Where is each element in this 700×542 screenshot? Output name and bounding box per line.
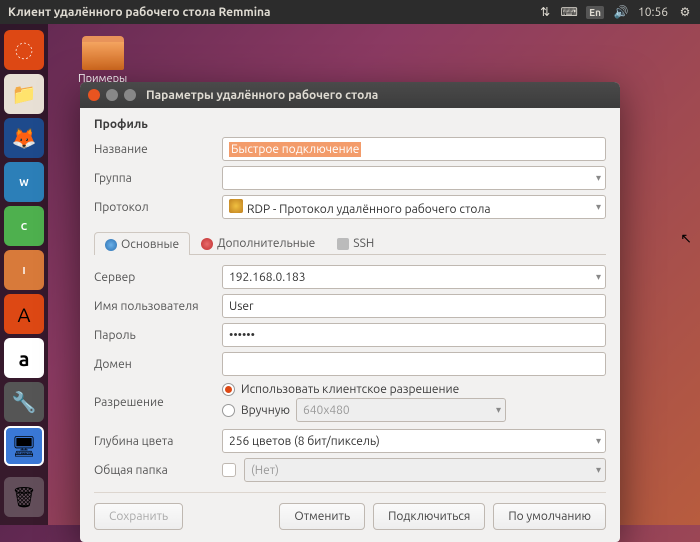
panel-indicators: ⇅ ⌨ En 🔊 10:56 ⚙: [538, 5, 692, 19]
amazon-icon[interactable]: a: [4, 338, 44, 378]
chevron-down-icon: ▾: [596, 271, 601, 283]
keyboard-icon[interactable]: ⌨: [562, 5, 576, 19]
radio-manual-res-label: Вручную: [241, 404, 290, 417]
tab-advanced[interactable]: Дополнительные: [190, 231, 326, 254]
name-input[interactable]: Быстрое подключение: [222, 137, 606, 161]
cursor-icon: ↖: [680, 230, 692, 247]
section-profile: Профиль: [94, 118, 606, 131]
titlebar[interactable]: Параметры удалённого рабочего стола: [80, 82, 620, 108]
key-icon: [337, 238, 349, 250]
chevron-down-icon: ▾: [596, 464, 601, 476]
label-depth: Глубина цвета: [94, 435, 214, 448]
remmina-icon[interactable]: 🖥: [4, 426, 44, 466]
desktop-folder-examples[interactable]: Примеры: [78, 36, 127, 85]
folder-icon: [82, 36, 124, 70]
label-protocol: Протокол: [94, 201, 214, 214]
server-combo[interactable]: 192.168.0.183▾: [222, 265, 606, 289]
calc-icon[interactable]: C: [4, 206, 44, 246]
save-button: Сохранить: [94, 503, 183, 530]
label-domain: Домен: [94, 358, 214, 371]
software-icon[interactable]: A: [4, 294, 44, 334]
chevron-down-icon: ▾: [596, 172, 601, 184]
tabs: Основные Дополнительные SSH: [94, 227, 606, 255]
label-name: Название: [94, 143, 214, 156]
tab-ssh[interactable]: SSH: [326, 231, 385, 254]
radio-client-res-label: Использовать клиентское разрешение: [241, 383, 459, 396]
group-combo[interactable]: ▾: [222, 166, 606, 190]
default-button[interactable]: По умолчанию: [493, 503, 606, 530]
dialog-window: Параметры удалённого рабочего стола Проф…: [80, 82, 620, 542]
label-user: Имя пользователя: [94, 300, 214, 313]
connect-button[interactable]: Подключиться: [373, 503, 485, 530]
chevron-down-icon: ▾: [496, 404, 501, 416]
dialog-footer: Сохранить Отменить Подключиться По умолч…: [94, 492, 606, 530]
panel-title: Клиент удалённого рабочего стола Remmina: [8, 6, 538, 19]
firefox-icon[interactable]: 🦊: [4, 118, 44, 158]
window-title: Параметры удалённого рабочего стола: [146, 89, 378, 102]
label-resolution: Разрешение: [94, 396, 214, 409]
warning-icon: [201, 238, 213, 250]
share-checkbox[interactable]: [222, 463, 236, 477]
cancel-button[interactable]: Отменить: [279, 503, 365, 530]
minimize-icon[interactable]: [106, 89, 118, 101]
network-icon[interactable]: ⇅: [538, 5, 552, 19]
files-icon[interactable]: 📁: [4, 74, 44, 114]
language-indicator[interactable]: En: [586, 6, 604, 19]
manual-res-combo: 640x480▾: [296, 398, 506, 422]
chevron-down-icon: ▾: [596, 201, 601, 213]
info-icon: [105, 239, 117, 251]
label-share: Общая папка: [94, 464, 214, 477]
chevron-down-icon: ▾: [596, 435, 601, 447]
password-input[interactable]: [222, 323, 606, 347]
gear-icon[interactable]: ⚙: [678, 5, 692, 19]
settings-icon[interactable]: 🔧: [4, 382, 44, 422]
close-icon[interactable]: [88, 89, 100, 101]
clock[interactable]: 10:56: [638, 6, 668, 19]
dash-icon[interactable]: ◌: [4, 30, 44, 70]
label-group: Группа: [94, 172, 214, 185]
impress-icon[interactable]: I: [4, 250, 44, 290]
depth-combo[interactable]: 256 цветов (8 бит/пиксель)▾: [222, 429, 606, 453]
top-panel: Клиент удалённого рабочего стола Remmina…: [0, 0, 700, 24]
trash-icon[interactable]: 🗑: [4, 477, 44, 517]
label-server: Сервер: [94, 271, 214, 284]
rdp-icon: [229, 199, 243, 213]
domain-input[interactable]: [222, 352, 606, 376]
launcher: ◌ 📁 🦊 W C I A a 🔧 🖥 🗑: [0, 24, 48, 525]
user-input[interactable]: [222, 294, 606, 318]
maximize-icon[interactable]: [124, 89, 136, 101]
sound-icon[interactable]: 🔊: [614, 5, 628, 19]
radio-client-res[interactable]: [222, 383, 235, 396]
writer-icon[interactable]: W: [4, 162, 44, 202]
tab-basic[interactable]: Основные: [94, 232, 190, 255]
radio-manual-res[interactable]: [222, 404, 235, 417]
dialog-body: Профиль Название Быстрое подключение Гру…: [80, 108, 620, 542]
protocol-combo[interactable]: RDP - Протокол удалённого рабочего стола…: [222, 195, 606, 219]
label-password: Пароль: [94, 329, 214, 342]
share-combo: (Нет)▾: [244, 458, 606, 482]
